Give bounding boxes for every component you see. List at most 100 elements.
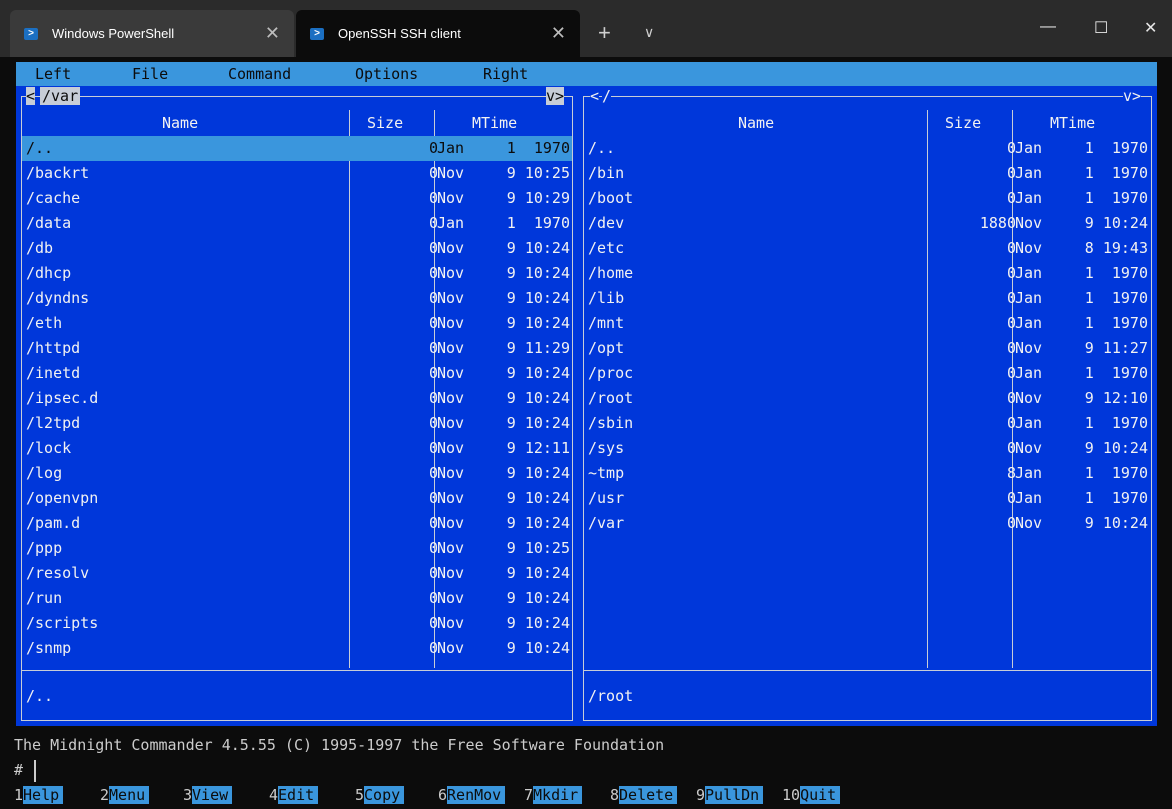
fkey-copy[interactable]: 5Copy <box>355 784 405 806</box>
file-row[interactable]: /dev 1880 Nov 9 10:24 <box>584 211 1151 236</box>
file-size: 0 <box>428 239 438 257</box>
file-row[interactable]: /data 0 Jan 1 1970 <box>22 211 572 236</box>
file-month: Nov <box>437 589 465 607</box>
file-row[interactable]: /dhcp 0 Nov 9 10:24 <box>22 261 572 286</box>
nav-right-arrow[interactable]: v> <box>546 87 565 105</box>
fkey-delete[interactable]: 8Delete <box>610 784 678 806</box>
file-name: /dyndns <box>26 289 90 307</box>
file-row[interactable]: /sys 0 Nov 9 10:24 <box>584 436 1151 461</box>
minimize-button[interactable]: — <box>1040 18 1056 36</box>
file-size: 0 <box>428 514 438 532</box>
file-row[interactable]: /inetd 0 Nov 9 10:24 <box>22 361 572 386</box>
fkey-menu[interactable]: 2Menu <box>100 784 150 806</box>
file-time: 9 10:24 <box>506 589 570 607</box>
menu-left[interactable]: Left <box>35 65 71 83</box>
file-row[interactable]: /boot 0 Jan 1 1970 <box>584 186 1151 211</box>
file-size: 1880 <box>979 214 1016 232</box>
file-row[interactable]: /dyndns 0 Nov 9 10:24 <box>22 286 572 311</box>
file-row[interactable]: /openvpn 0 Nov 9 10:24 <box>22 486 572 511</box>
nav-left-arrow[interactable]: < <box>590 87 600 105</box>
file-row[interactable]: /lock 0 Nov 9 12:11 <box>22 436 572 461</box>
file-row[interactable]: /snmp 0 Nov 9 10:24 <box>22 636 572 661</box>
file-row[interactable]: ~tmp 8 Jan 1 1970 <box>584 461 1151 486</box>
file-size: 0 <box>428 614 438 632</box>
tab-dropdown-button[interactable]: ∨ <box>644 24 654 41</box>
fkey-quit[interactable]: 10Quit <box>782 784 841 806</box>
file-row[interactable]: /eth 0 Nov 9 10:24 <box>22 311 572 336</box>
file-row[interactable]: /bin 0 Jan 1 1970 <box>584 161 1151 186</box>
file-row[interactable]: /usr 0 Jan 1 1970 <box>584 486 1151 511</box>
tab-windows-powershell[interactable]: > Windows PowerShell ✕ <box>10 10 294 57</box>
file-name: /.. <box>588 139 616 157</box>
close-window-button[interactable]: ✕ <box>1144 18 1157 38</box>
file-size: 0 <box>1006 264 1016 282</box>
file-size: 0 <box>428 564 438 582</box>
file-row[interactable]: /backrt 0 Nov 9 10:25 <box>22 161 572 186</box>
tab-openssh-client[interactable]: > OpenSSH SSH client ✕ <box>296 10 580 57</box>
file-time: 1 1970 <box>506 214 570 232</box>
file-time: 9 10:29 <box>506 189 570 207</box>
menu-right[interactable]: Right <box>483 65 528 83</box>
column-header-name[interactable]: Name <box>738 114 774 132</box>
current-path: /var <box>40 87 81 105</box>
close-tab-icon[interactable]: ✕ <box>265 23 280 44</box>
file-row[interactable]: /run 0 Nov 9 10:24 <box>22 586 572 611</box>
file-row[interactable]: /etc 0 Nov 8 19:43 <box>584 236 1151 261</box>
status-divider <box>583 670 1152 671</box>
file-row[interactable]: /home 0 Jan 1 1970 <box>584 261 1151 286</box>
column-header-mtime[interactable]: MTime <box>1050 114 1095 132</box>
file-row[interactable]: /.. 0 Jan 1 1970 <box>22 136 572 161</box>
file-name: /run <box>26 589 63 607</box>
column-header-size[interactable]: Size <box>367 114 403 132</box>
file-month: Nov <box>437 364 465 382</box>
file-row[interactable]: /var 0 Nov 9 10:24 <box>584 511 1151 536</box>
file-row[interactable]: /httpd 0 Nov 9 11:29 <box>22 336 572 361</box>
file-row[interactable]: /sbin 0 Jan 1 1970 <box>584 411 1151 436</box>
file-size: 0 <box>1006 289 1016 307</box>
file-row[interactable]: /opt 0 Nov 9 11:27 <box>584 336 1151 361</box>
file-name: ~tmp <box>588 464 625 482</box>
column-header-name[interactable]: Name <box>162 114 198 132</box>
file-row[interactable]: /root 0 Nov 9 12:10 <box>584 386 1151 411</box>
file-month: Nov <box>437 389 465 407</box>
fkey-number: 3 <box>183 786 193 804</box>
right-panel[interactable]: < / v> Name Size MTime /.. 0 Jan 1 1970/bin… <box>578 86 1157 726</box>
menu-options[interactable]: Options <box>355 65 418 83</box>
fkey-edit[interactable]: 4Edit <box>269 784 319 806</box>
close-tab-icon[interactable]: ✕ <box>551 23 566 44</box>
file-row[interactable]: /proc 0 Jan 1 1970 <box>584 361 1151 386</box>
file-row[interactable]: /.. 0 Jan 1 1970 <box>584 136 1151 161</box>
nav-right-arrow[interactable]: v> <box>1123 87 1142 105</box>
new-tab-button[interactable]: + <box>598 22 611 44</box>
fkey-view[interactable]: 3View <box>183 784 233 806</box>
file-row[interactable]: /scripts 0 Nov 9 10:24 <box>22 611 572 636</box>
menu-command[interactable]: Command <box>228 65 291 83</box>
column-header-mtime[interactable]: MTime <box>472 114 517 132</box>
fkey-help[interactable]: 1Help <box>14 784 64 806</box>
file-month: Jan <box>1015 164 1043 182</box>
file-row[interactable]: /lib 0 Jan 1 1970 <box>584 286 1151 311</box>
file-month: Nov <box>437 439 465 457</box>
file-time: 1 1970 <box>1084 414 1148 432</box>
file-row[interactable]: /db 0 Nov 9 10:24 <box>22 236 572 261</box>
file-row[interactable]: /mnt 0 Jan 1 1970 <box>584 311 1151 336</box>
column-header-size[interactable]: Size <box>945 114 981 132</box>
file-row[interactable]: /ipsec.d 0 Nov 9 10:24 <box>22 386 572 411</box>
fkey-renmov[interactable]: 6RenMov <box>438 784 506 806</box>
file-row[interactable]: /pam.d 0 Nov 9 10:24 <box>22 511 572 536</box>
fkey-pulldn[interactable]: 9PullDn <box>696 784 764 806</box>
file-time: 9 10:24 <box>506 264 570 282</box>
left-panel[interactable]: < /var v> Name Size MTime /.. 0 Jan 1 1970/… <box>16 86 578 726</box>
file-row[interactable]: /cache 0 Nov 9 10:29 <box>22 186 572 211</box>
menu-file[interactable]: File <box>132 65 168 83</box>
file-name: /home <box>588 264 634 282</box>
file-size: 0 <box>428 314 438 332</box>
file-row[interactable]: /log 0 Nov 9 10:24 <box>22 461 572 486</box>
maximize-button[interactable]: ☐ <box>1094 18 1108 38</box>
file-row[interactable]: /resolv 0 Nov 9 10:24 <box>22 561 572 586</box>
file-row[interactable]: /l2tpd 0 Nov 9 10:24 <box>22 411 572 436</box>
nav-left-arrow[interactable]: < <box>26 87 36 105</box>
fkey-mkdir[interactable]: 7Mkdir <box>524 784 583 806</box>
file-size: 0 <box>428 264 438 282</box>
file-row[interactable]: /ppp 0 Nov 9 10:25 <box>22 536 572 561</box>
